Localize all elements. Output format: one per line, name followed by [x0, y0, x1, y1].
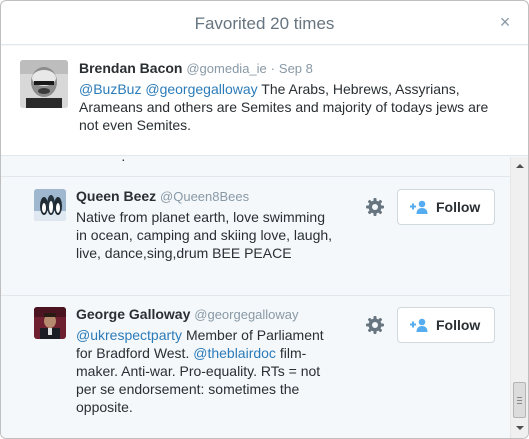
follow-button[interactable]: Follow	[397, 307, 495, 343]
close-icon: ×	[499, 12, 511, 32]
list-item: Queen Beez @Queen8Bees Native from plane…	[1, 178, 510, 296]
tweet-text-content: The Arabs, Hebrews, Assyrians, Arameans …	[79, 81, 489, 133]
follow-user-icon	[410, 200, 428, 214]
scroll-up-arrow-icon[interactable]	[515, 161, 525, 171]
tweet-author-handle[interactable]: @gomedia_ie	[186, 61, 266, 76]
user-header: Queen Beez @Queen8Bees	[76, 187, 336, 206]
follow-label: Follow	[436, 199, 481, 215]
thumb-grip	[517, 400, 522, 401]
tweet-timestamp[interactable]: Sep 8	[279, 61, 313, 76]
mention-link[interactable]: @ukrespectparty	[76, 327, 182, 343]
mention-link[interactable]: @georgegalloway	[145, 81, 257, 97]
user-info: George Galloway @georgegalloway @ukrespe…	[76, 305, 336, 416]
follow-button[interactable]: Follow	[397, 189, 495, 225]
original-tweet: Brendan Bacon @gomedia_ie · Sep 8 @BuzBu…	[1, 46, 528, 156]
user-name[interactable]: Queen Beez	[76, 188, 156, 204]
scrollbar-thumb[interactable]	[513, 382, 526, 418]
user-name[interactable]: George Galloway	[76, 306, 190, 322]
tweet-text: @BuzBuz @georgegalloway The Arabs, Hebre…	[79, 80, 509, 134]
user-actions-button[interactable]	[365, 197, 385, 217]
mention-link[interactable]: @theblairdoc	[193, 345, 276, 361]
separator-dot: ·	[270, 61, 276, 76]
user-handle[interactable]: @Queen8Bees	[160, 189, 249, 204]
tweet-author-name[interactable]: Brendan Bacon	[79, 60, 182, 76]
user-bio: Native from planet earth, love swimming …	[76, 209, 333, 261]
modal-header: Favorited 20 times ×	[1, 1, 528, 45]
user-header: George Galloway @georgegalloway	[76, 305, 336, 324]
user-handle[interactable]: @georgegalloway	[194, 307, 298, 322]
clipped-text: ·	[121, 157, 126, 167]
follow-label: Follow	[436, 317, 481, 333]
tweet-body: Brendan Bacon @gomedia_ie · Sep 8 @BuzBu…	[79, 59, 509, 134]
user-info: Queen Beez @Queen8Bees Native from plane…	[76, 187, 336, 262]
thumb-grip	[517, 397, 522, 398]
thumb-grip	[517, 403, 522, 404]
gear-icon	[366, 198, 384, 216]
avatar[interactable]	[34, 189, 66, 221]
tweet-author-avatar[interactable]	[20, 60, 68, 108]
gear-icon	[366, 316, 384, 334]
scrollbar[interactable]	[510, 157, 528, 438]
favoriters-list: · Queen Beez @Queen8Bees Native from pla…	[1, 157, 510, 438]
modal-title: Favorited 20 times	[194, 14, 335, 33]
scroll-down-arrow-icon[interactable]	[515, 423, 525, 433]
tweet-header: Brendan Bacon @gomedia_ie · Sep 8	[79, 59, 509, 78]
mention-link[interactable]: @BuzBuz	[79, 81, 141, 97]
user-bio: @ukrespectparty Member of Parliament for…	[76, 326, 336, 416]
user-actions-button[interactable]	[365, 315, 385, 335]
list-item: George Galloway @georgegalloway @ukrespe…	[1, 296, 510, 438]
close-button[interactable]: ×	[496, 13, 514, 31]
list-item: ·	[1, 157, 510, 177]
follow-user-icon	[410, 318, 428, 332]
avatar[interactable]	[34, 307, 66, 339]
favorited-modal: Favorited 20 times × Brendan Bacon @gome…	[0, 0, 529, 439]
